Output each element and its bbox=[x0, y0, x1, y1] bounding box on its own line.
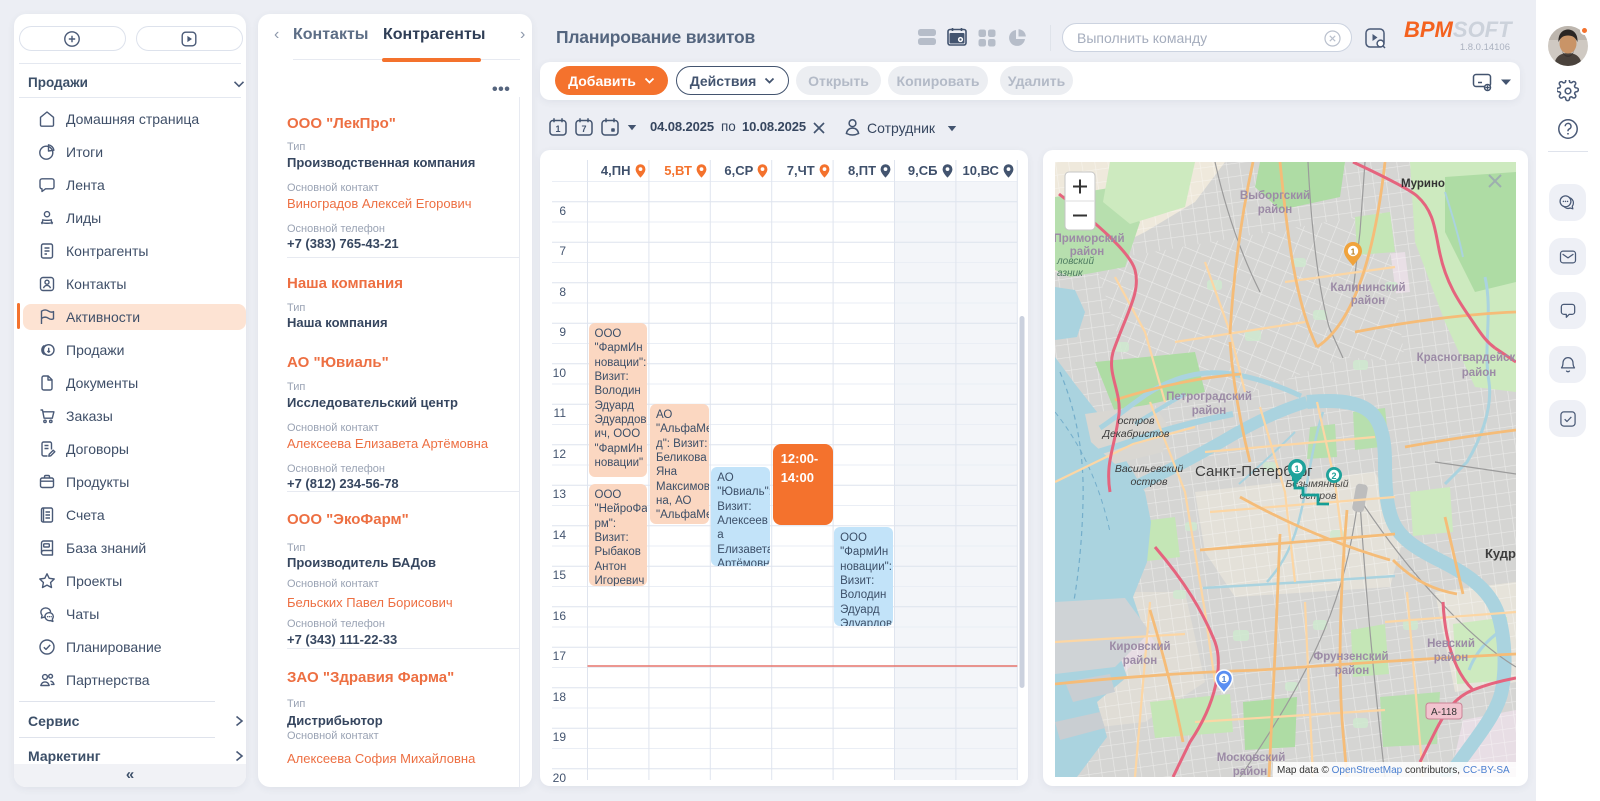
svg-text:район: район bbox=[1434, 652, 1469, 664]
svg-text:район: район bbox=[1462, 367, 1497, 379]
svg-text:1: 1 bbox=[1351, 248, 1356, 257]
svg-text:Выборгский: Выборгский bbox=[1240, 190, 1310, 202]
svg-text:Невский: Невский bbox=[1427, 638, 1475, 650]
svg-text:1: 1 bbox=[555, 124, 560, 134]
svg-text:Кудр: Кудр bbox=[1485, 546, 1516, 561]
svg-text:район: район bbox=[1233, 766, 1268, 777]
svg-text:Мурино: Мурино bbox=[1401, 178, 1445, 190]
svg-text:А-118: А-118 bbox=[1431, 707, 1457, 718]
svg-text:район: район bbox=[1123, 655, 1158, 667]
svg-text:район: район bbox=[1351, 295, 1386, 307]
svg-text:Приморский: Приморский bbox=[1055, 233, 1125, 245]
svg-text:7: 7 bbox=[581, 124, 586, 134]
svg-text:Петроградский: Петроградский bbox=[1166, 391, 1252, 403]
svg-text:район: район bbox=[1258, 204, 1293, 216]
svg-text:остров: остров bbox=[1131, 476, 1168, 488]
svg-text:ловский: ловский bbox=[1056, 256, 1094, 267]
svg-text:азник: азник bbox=[1057, 268, 1084, 279]
svg-text:Красногвардейский: Красногвардейский bbox=[1417, 352, 1516, 364]
svg-text:Map data © OpenStreetMap contr: Map data © OpenStreetMap contributors, C… bbox=[1277, 765, 1510, 776]
svg-text:Калининский: Калининский bbox=[1330, 282, 1405, 294]
svg-text:район: район bbox=[1335, 665, 1370, 677]
svg-text:1: 1 bbox=[1294, 464, 1299, 474]
svg-text:остров: остров bbox=[1118, 415, 1155, 427]
svg-text:Кировский: Кировский bbox=[1109, 641, 1170, 653]
svg-text:Васильевский: Васильевский bbox=[1115, 463, 1184, 475]
svg-text:район: район bbox=[1192, 405, 1227, 417]
svg-text:2: 2 bbox=[1331, 471, 1336, 481]
svg-text:1: 1 bbox=[1222, 674, 1227, 684]
svg-text:Декабристов: Декабристов bbox=[1102, 428, 1170, 440]
svg-text:Фрунзенский: Фрунзенский bbox=[1313, 651, 1388, 663]
